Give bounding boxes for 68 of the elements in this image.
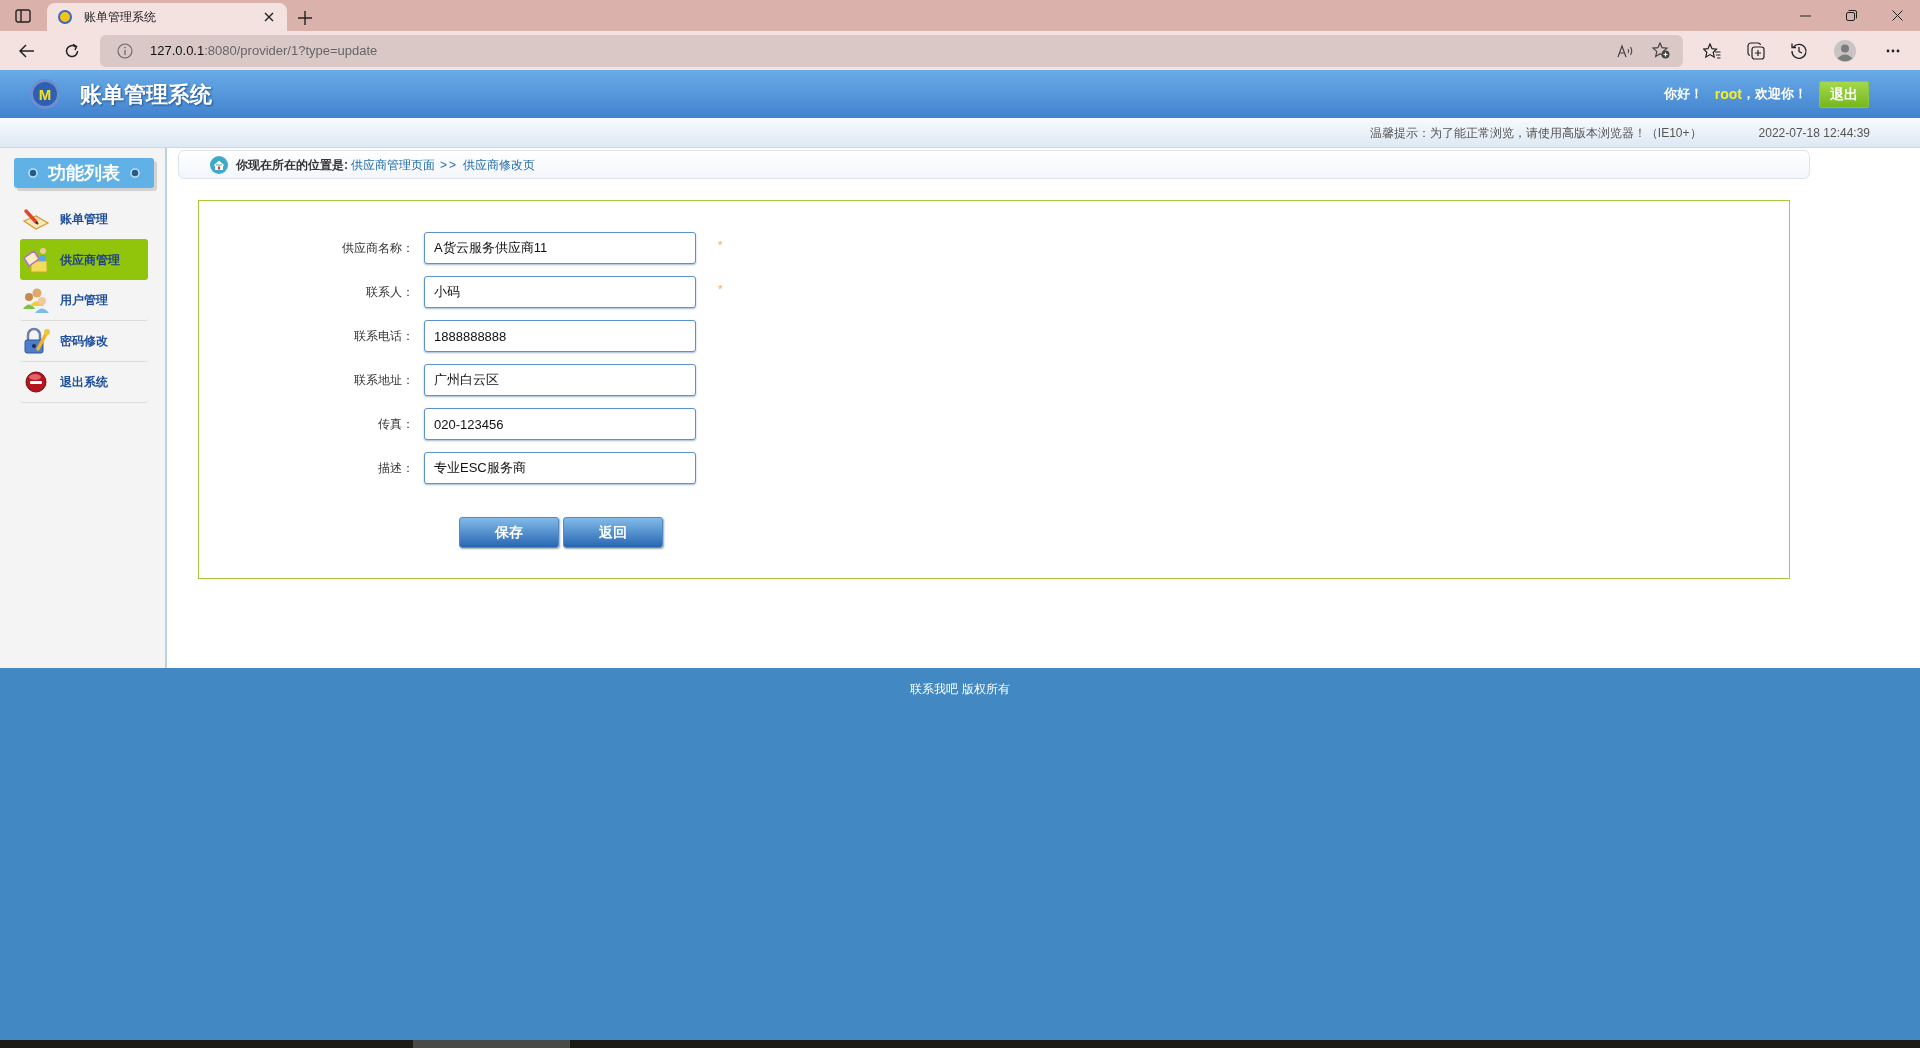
breadcrumb-link[interactable]: 供应商修改页 bbox=[463, 155, 535, 174]
input-field[interactable]: 专业ESC服务商 bbox=[424, 452, 696, 484]
sidebar-item-label: 账单管理 bbox=[60, 210, 108, 228]
collections-icon bbox=[1747, 41, 1765, 60]
close-icon bbox=[264, 12, 274, 22]
sidebar-item-label: 密码修改 bbox=[60, 333, 108, 350]
restore-icon bbox=[1845, 10, 1857, 21]
star-list-icon bbox=[1703, 42, 1721, 59]
url-text: 127.0.0.1:8080/provider/1?type=update bbox=[150, 41, 378, 60]
sidebar-title: 功能列表 bbox=[48, 161, 120, 185]
input-field[interactable]: A货云服务供应商11 bbox=[424, 232, 696, 264]
app-logo: M bbox=[30, 79, 60, 109]
date-time-text: 2022-07-18 12:44:39 bbox=[1758, 124, 1870, 142]
bullet-dot-icon bbox=[28, 168, 38, 178]
browser-tab[interactable]: 账单管理系统 bbox=[47, 3, 287, 31]
welcome-text: ，欢迎你！ bbox=[1742, 85, 1807, 104]
input-field[interactable]: 小码 bbox=[424, 276, 696, 308]
sidebar-item-label: 供应商管理 bbox=[60, 251, 120, 269]
breadcrumb-separator: >> bbox=[440, 156, 458, 174]
field-label: 描述： bbox=[377, 460, 414, 477]
sidebar-item[interactable]: 用户管理 bbox=[20, 280, 148, 321]
info-icon[interactable] bbox=[117, 42, 133, 59]
field-label: 联系人： bbox=[365, 284, 414, 301]
package-person-icon bbox=[22, 245, 50, 274]
input-field[interactable]: 广州白云区 bbox=[424, 364, 696, 396]
plus-icon bbox=[298, 11, 312, 25]
sidebar-item-label: 退出系统 bbox=[60, 374, 108, 391]
sidebar-item-label: 用户管理 bbox=[60, 292, 108, 309]
app-title: 账单管理系统 bbox=[80, 80, 212, 109]
location-label: 你现在所在的位置是: bbox=[236, 156, 348, 174]
sidebar-item[interactable]: 供应商管理 bbox=[20, 239, 148, 280]
exit-icon bbox=[25, 371, 47, 393]
lock-key-icon bbox=[22, 327, 50, 355]
field-label: 联系地址： bbox=[353, 372, 414, 389]
input-field[interactable]: 020-123456 bbox=[424, 408, 696, 440]
history-icon bbox=[1790, 41, 1808, 60]
sidebar-item[interactable]: 密码修改 bbox=[20, 321, 148, 362]
breadcrumb-link[interactable]: 供应商管理页面 bbox=[351, 155, 435, 174]
browser-tip-text: 温馨提示：为了能正常浏览，请使用高版本浏览器！（IE10+） bbox=[1369, 124, 1702, 142]
sidebar-item[interactable]: 退出系统 bbox=[20, 362, 148, 403]
more-icon bbox=[1886, 48, 1900, 53]
required-mark: * bbox=[718, 281, 723, 297]
back-arrow-icon bbox=[19, 43, 35, 58]
input-field[interactable]: 1888888888 bbox=[424, 320, 696, 352]
field-label: 联系电话： bbox=[353, 328, 414, 345]
refresh-icon bbox=[64, 42, 80, 59]
read-aloud-icon bbox=[1617, 42, 1635, 59]
users-icon bbox=[22, 287, 50, 313]
new-tab-button[interactable] bbox=[297, 10, 313, 26]
close-tab-button[interactable] bbox=[262, 10, 276, 24]
sidebar-item[interactable]: 账单管理 bbox=[20, 198, 148, 239]
required-mark: * bbox=[718, 237, 723, 253]
pencil-paper-icon bbox=[22, 206, 50, 231]
home-icon[interactable] bbox=[210, 155, 228, 174]
sidebar-panel-icon bbox=[15, 9, 31, 23]
tab-title: 账单管理系统 bbox=[84, 9, 156, 26]
site-favicon-icon bbox=[58, 10, 72, 24]
star-plus-icon bbox=[1652, 42, 1670, 59]
close-icon bbox=[1891, 10, 1903, 21]
minimize-icon bbox=[1799, 14, 1811, 17]
avatar-icon bbox=[1834, 39, 1856, 62]
bullet-dot-icon bbox=[130, 168, 140, 178]
greeting-text: 你好！ bbox=[1663, 85, 1703, 104]
field-label: 传真： bbox=[377, 416, 414, 433]
field-label: 供应商名称： bbox=[341, 240, 414, 257]
address-bar[interactable]: 127.0.0.1:8080/provider/1?type=update bbox=[100, 34, 1683, 67]
username-text: root bbox=[1714, 84, 1742, 104]
copyright-text: 联系我吧 版权所有 bbox=[910, 681, 1010, 696]
